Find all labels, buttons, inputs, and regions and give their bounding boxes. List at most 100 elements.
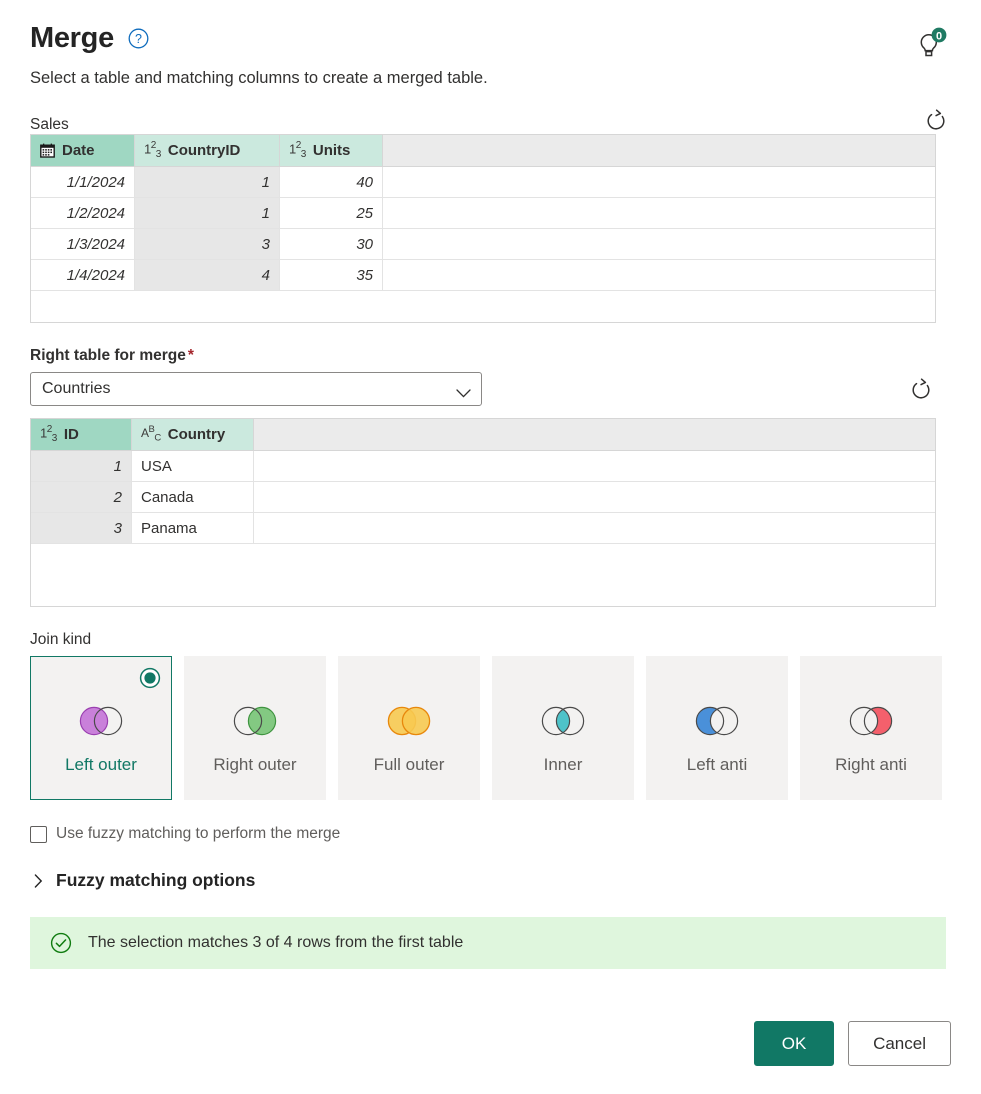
cell-units: 35 <box>280 260 383 290</box>
right-outer-venn-icon <box>225 701 285 741</box>
cell-units: 25 <box>280 198 383 228</box>
inner-venn-icon <box>533 701 593 741</box>
cancel-button[interactable]: Cancel <box>848 1021 951 1066</box>
cell-countryid: 1 <box>135 198 280 228</box>
merge-dialog: Merge ? 0 Select a table and matching co… <box>0 0 981 1094</box>
cell-units: 40 <box>280 167 383 197</box>
column-header-filler <box>383 135 935 166</box>
join-option-right-anti[interactable]: Right anti <box>800 656 942 800</box>
full-outer-venn-icon <box>379 701 439 741</box>
table-row: 1 USA <box>31 451 935 482</box>
cell-filler <box>254 513 935 543</box>
cell-countryid: 1 <box>135 167 280 197</box>
fuzzy-matching-row: Use fuzzy matching to perform the merge <box>30 825 951 843</box>
column-header-countryid[interactable]: 123 CountryID <box>135 135 280 166</box>
table-row: 1/2/2024 1 25 <box>31 198 935 229</box>
left-table-name: Sales <box>30 116 69 133</box>
join-option-left-outer[interactable]: Left outer <box>30 656 172 800</box>
text-abc-icon: ABC <box>141 424 161 444</box>
cell-date: 1/1/2024 <box>31 167 135 197</box>
chevron-down-icon <box>456 385 471 398</box>
join-option-full-outer[interactable]: Full outer <box>338 656 480 800</box>
cell-filler <box>383 229 935 259</box>
table-row: 3 Panama <box>31 513 935 544</box>
column-header-label: Date <box>62 141 95 159</box>
right-table-dropdown[interactable]: Countries <box>30 372 482 406</box>
cell-countryid: 4 <box>135 260 280 290</box>
cell-id: 1 <box>31 451 132 481</box>
right-table-label-text: Right table for merge <box>30 347 186 364</box>
left-anti-venn-icon <box>687 701 747 741</box>
column-header-country[interactable]: ABC Country <box>132 419 254 450</box>
table-empty-row <box>31 544 935 606</box>
join-option-left-anti[interactable]: Left anti <box>646 656 788 800</box>
cell-filler <box>383 198 935 228</box>
left-outer-venn-icon <box>71 701 131 741</box>
cell-id: 2 <box>31 482 132 512</box>
required-marker: * <box>187 347 194 364</box>
tips-count: 0 <box>936 30 942 42</box>
join-option-label: Left outer <box>65 755 137 774</box>
column-header-filler <box>254 419 935 450</box>
column-header-label: Units <box>312 141 351 159</box>
join-kind-label: Join kind <box>30 631 92 648</box>
cell-filler <box>383 260 935 290</box>
left-table-preview: Date 123 CountryID 123 Units 1/1/2024 1 … <box>30 134 936 323</box>
column-header-id[interactable]: 123 ID <box>31 419 132 450</box>
cell-filler <box>383 167 935 197</box>
number-123-icon: 123 <box>289 139 306 160</box>
dialog-subtitle: Select a table and matching columns to c… <box>30 69 488 87</box>
column-header-label: ID <box>63 425 79 443</box>
column-header-label: CountryID <box>167 141 241 159</box>
cell-country: USA <box>132 451 254 481</box>
radio-selected-icon[interactable] <box>139 667 161 689</box>
cell-date: 1/3/2024 <box>31 229 135 259</box>
number-123-icon: 123 <box>40 423 57 444</box>
join-option-label: Full outer <box>373 755 445 774</box>
column-header-date[interactable]: Date <box>31 135 135 166</box>
number-123-icon: 123 <box>144 139 161 160</box>
lightbulb-icon[interactable]: 0 <box>913 26 953 60</box>
fuzzy-matching-checkbox[interactable] <box>30 825 47 843</box>
cell-countryid: 3 <box>135 229 280 259</box>
cell-date: 1/4/2024 <box>31 260 135 290</box>
status-banner: The selection matches 3 of 4 rows from t… <box>30 917 946 969</box>
table-row: 1/1/2024 1 40 <box>31 167 935 198</box>
page-title: Merge <box>30 22 114 54</box>
join-option-inner[interactable]: Inner <box>492 656 634 800</box>
right-table-dropdown-value: Countries <box>42 380 111 397</box>
cell-country: Panama <box>132 513 254 543</box>
table-row: 2 Canada <box>31 482 935 513</box>
right-table-preview: 123 ID ABC Country 1 USA 2 Canada 3 Pana… <box>30 418 936 607</box>
join-option-label: Right anti <box>835 755 907 774</box>
cell-id: 3 <box>31 513 132 543</box>
column-header-label: Country <box>167 425 226 443</box>
fuzzy-matching-checkbox-label[interactable]: Use fuzzy matching to perform the merge <box>56 825 340 843</box>
ok-button[interactable]: OK <box>754 1021 835 1066</box>
left-table-header-row: Date 123 CountryID 123 Units <box>31 135 935 167</box>
dialog-header: Merge ? <box>30 24 951 53</box>
join-option-label: Left anti <box>686 755 748 774</box>
fuzzy-matching-options-label: Fuzzy matching options <box>56 870 256 890</box>
join-option-right-outer[interactable]: Right outer <box>184 656 326 800</box>
table-row: 1/3/2024 3 30 <box>31 229 935 260</box>
calendar-icon <box>40 143 55 158</box>
table-row: 1/4/2024 4 35 <box>31 260 935 291</box>
column-header-units[interactable]: 123 Units <box>280 135 383 166</box>
fuzzy-matching-options-expander[interactable]: Fuzzy matching options <box>30 870 951 891</box>
right-anti-venn-icon <box>841 701 901 741</box>
refresh-icon-left-table[interactable] <box>921 106 951 136</box>
refresh-icon-right-table[interactable] <box>906 375 936 405</box>
table-empty-row <box>31 291 935 322</box>
status-banner-message: The selection matches 3 of 4 rows from t… <box>88 934 464 951</box>
join-option-label: Right outer <box>213 755 297 774</box>
question-circle-icon[interactable]: ? <box>128 28 149 49</box>
cell-filler <box>254 482 935 512</box>
cell-units: 30 <box>280 229 383 259</box>
join-option-label: Inner <box>543 755 583 774</box>
chevron-right-icon <box>30 873 46 888</box>
join-kind-options: Left outer Right outer Full outer Inner … <box>30 656 951 800</box>
check-circle-icon <box>50 932 72 954</box>
svg-text:?: ? <box>135 32 142 46</box>
dialog-footer: OK Cancel <box>754 1021 951 1066</box>
